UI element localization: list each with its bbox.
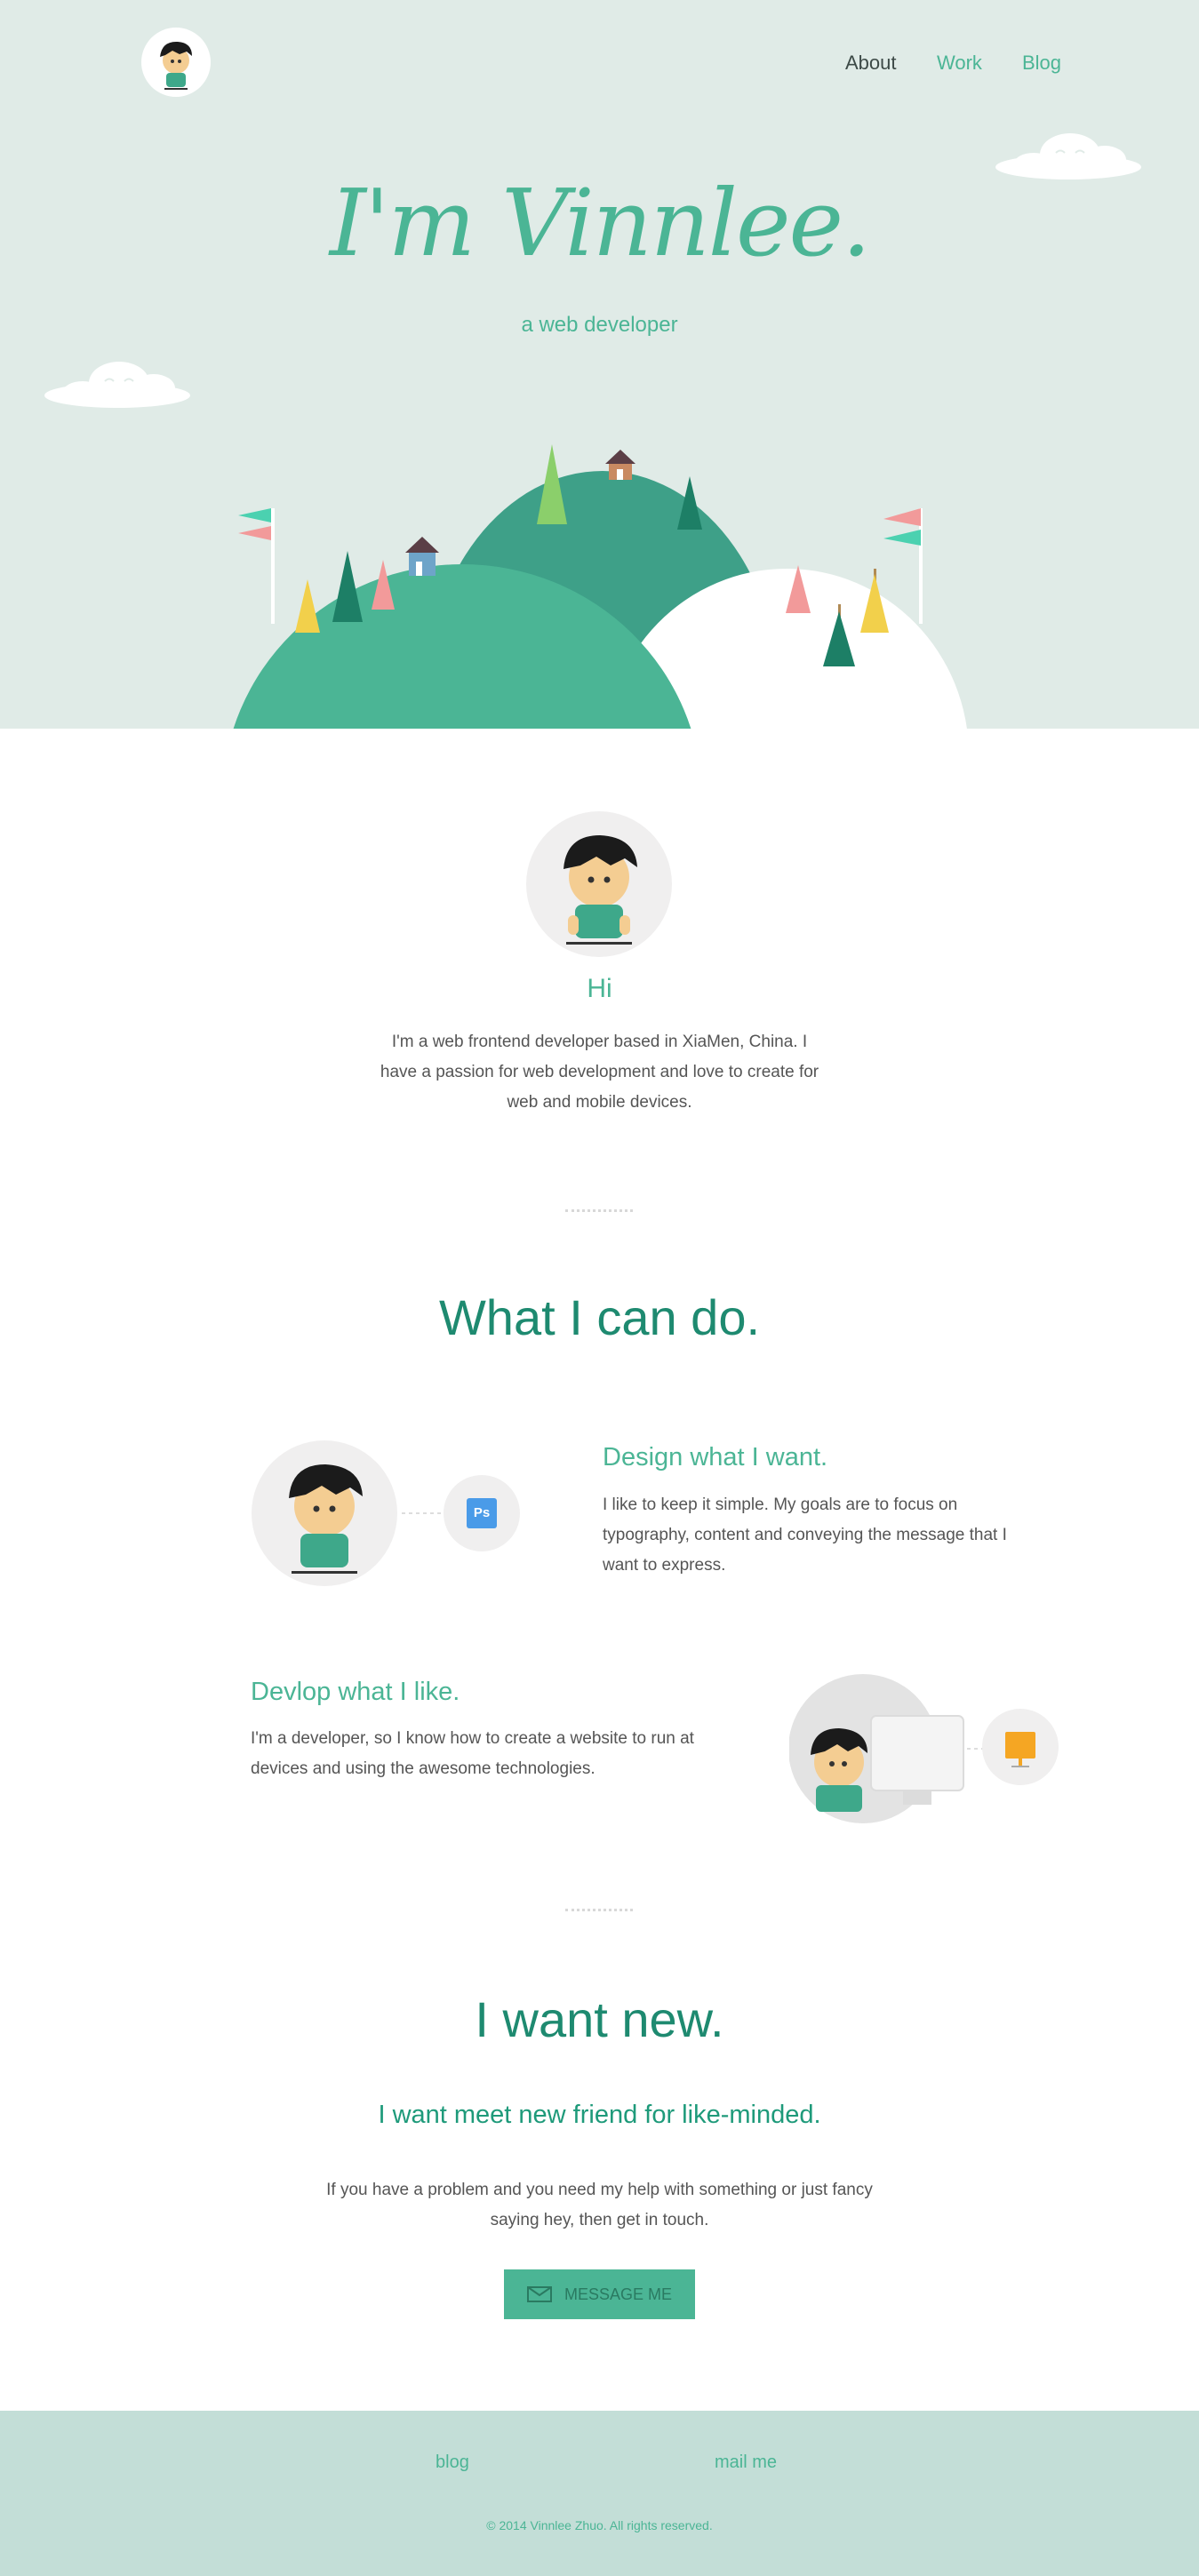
about-greeting: Hi bbox=[587, 974, 612, 1003]
nav-work[interactable]: Work bbox=[937, 52, 982, 75]
photoshop-icon: Ps bbox=[473, 1505, 491, 1520]
develop-illustration bbox=[788, 1673, 1059, 1824]
section-divider-2 bbox=[565, 1909, 633, 1911]
hero-section: About Work Blog I'm Vinnlee. a web devel… bbox=[0, 0, 1199, 729]
contact-text: If you have a problem and you need my he… bbox=[326, 2181, 873, 2229]
message-me-label: MESSAGE ME bbox=[564, 2285, 673, 2303]
develop-heading: Devlop what I like. bbox=[251, 1678, 460, 1706]
design-text: I like to keep it simple. My goals are t… bbox=[603, 1495, 1007, 1575]
hero-subtitle: a web developer bbox=[521, 313, 678, 337]
footer-mail-link[interactable]: mail me bbox=[715, 2452, 777, 2473]
contact-subtitle: I want meet new friend for like-minded. bbox=[378, 2101, 821, 2129]
cloud-left bbox=[44, 362, 190, 408]
hills-illustration bbox=[233, 444, 967, 729]
hero-title: I'm Vinnlee. bbox=[329, 169, 871, 277]
develop-text: I'm a developer, so I know how to create… bbox=[251, 1729, 694, 1778]
footer-blog-link[interactable]: blog bbox=[436, 2452, 469, 2473]
section-divider bbox=[565, 1209, 633, 1212]
design-illustration: Ps bbox=[251, 1440, 526, 1587]
nav-about[interactable]: About bbox=[845, 52, 897, 75]
envelope-icon bbox=[526, 2286, 552, 2302]
contact-title: I want new. bbox=[475, 1991, 724, 2047]
nav-blog[interactable]: Blog bbox=[1022, 52, 1061, 75]
message-me-button[interactable]: MESSAGE ME bbox=[504, 2269, 695, 2319]
about-avatar bbox=[525, 810, 673, 958]
skills-title: What I can do. bbox=[438, 1289, 761, 1345]
logo-avatar[interactable] bbox=[140, 27, 212, 98]
footer-copyright: © 2014 Vinnlee Zhuo. All rights reserved… bbox=[486, 2518, 713, 2532]
design-heading: Design what I want. bbox=[603, 1443, 828, 1471]
about-text: I'm a web frontend developer based in Xi… bbox=[380, 1033, 819, 1112]
footer bbox=[0, 2411, 1199, 2576]
